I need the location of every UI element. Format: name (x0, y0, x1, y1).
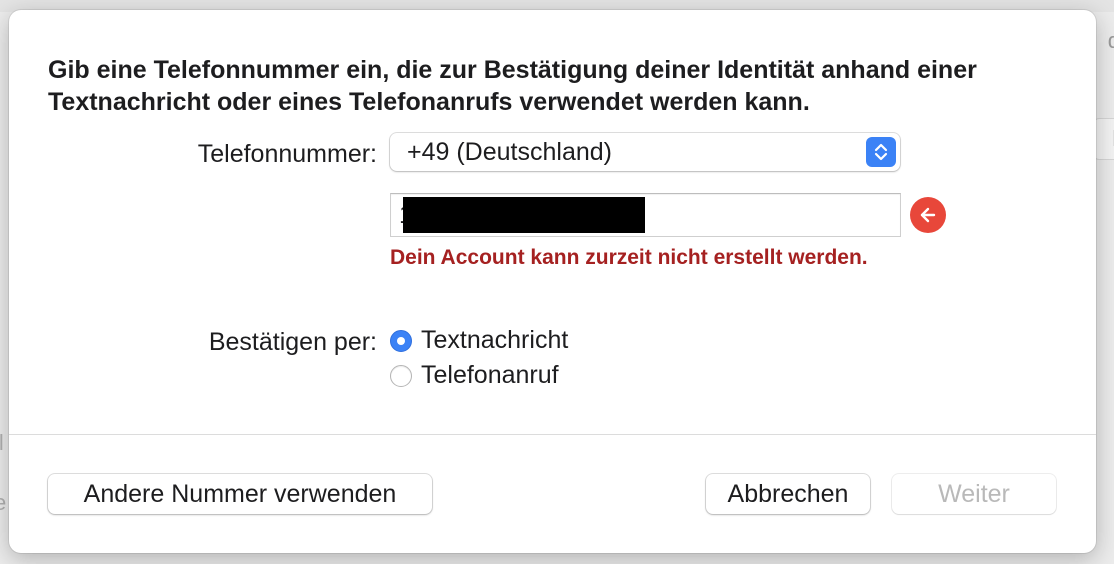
background-text-fragment: e (0, 490, 7, 515)
radio-option-textnachricht[interactable]: Textnachricht (390, 326, 568, 355)
background-text-fragment: d (1107, 28, 1114, 53)
use-other-number-button[interactable]: Andere Nummer verwenden (48, 474, 432, 514)
phone-verification-sheet: Gib eine Telefonnummer ein, die zur Best… (9, 10, 1096, 553)
chevron-up-down-icon (866, 137, 896, 167)
phone-number-label: Telefonnummer: (197, 140, 377, 168)
next-button[interactable]: Weiter (892, 474, 1056, 514)
radio-label: Textnachricht (421, 326, 569, 354)
radio-button-selected[interactable] (390, 329, 412, 352)
footer-divider (9, 434, 1096, 435)
cancel-button[interactable]: Abbrechen (706, 474, 870, 514)
background-field (1093, 118, 1114, 160)
phone-number-input[interactable]: 1 (390, 193, 901, 237)
redaction-bar (403, 197, 645, 233)
dialog-title: Gib eine Telefonnummer ein, die zur Best… (48, 56, 977, 116)
background-text-fragment: il (0, 430, 4, 455)
verify-method-label: Bestätigen per: (208, 328, 377, 356)
radio-button-unselected[interactable] (390, 364, 412, 387)
radio-option-telefonanruf[interactable]: Telefonanruf (390, 361, 559, 390)
radio-label: Telefonanruf (421, 361, 559, 389)
country-code-select[interactable]: +49 (Deutschland) (390, 133, 900, 171)
arrow-left-icon (910, 197, 946, 233)
country-code-value: +49 (Deutschland) (407, 138, 612, 166)
error-message: Dein Account kann zurzeit nicht erstellt… (390, 246, 868, 269)
